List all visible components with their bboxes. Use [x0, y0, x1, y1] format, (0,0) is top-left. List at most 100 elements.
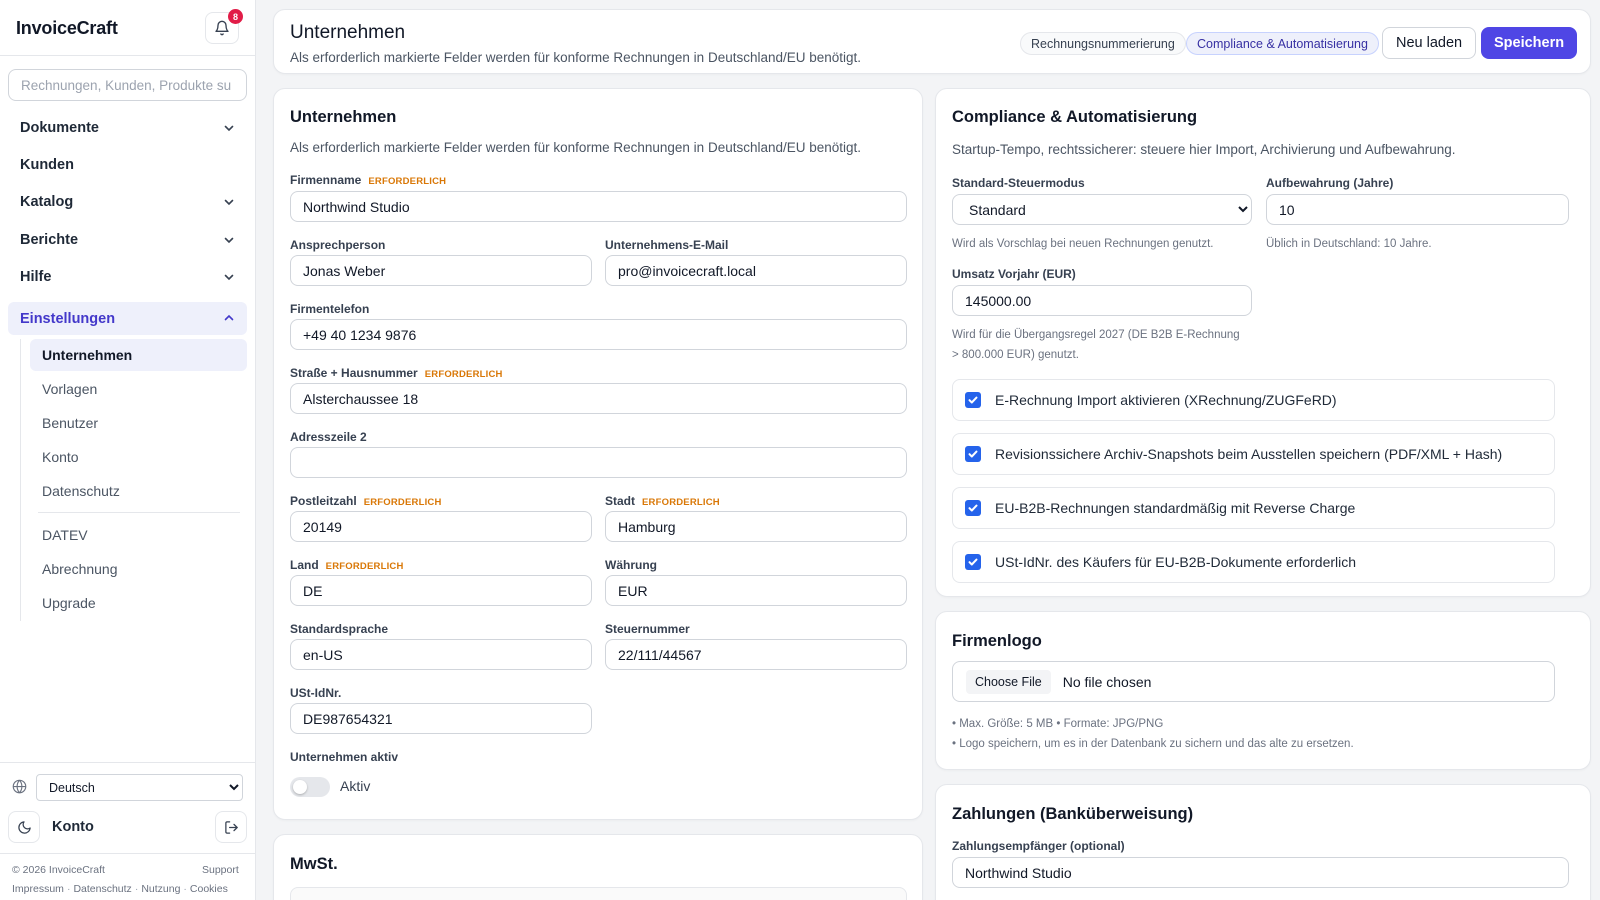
revenue-input[interactable]: [952, 285, 1252, 316]
notifications-button[interactable]: 8: [205, 9, 243, 44]
subnav-datenschutz[interactable]: Datenschutz: [30, 475, 247, 507]
subnav-vorlagen[interactable]: Vorlagen: [30, 373, 247, 405]
firm-name-label: Firmenname ERFORDERLICH: [290, 173, 447, 187]
checkbox-label: Revisionssichere Archiv-Snapshots beim A…: [995, 446, 1503, 462]
tax-number-input[interactable]: [605, 639, 907, 670]
chevron-down-icon: [224, 125, 234, 132]
nav-katalog[interactable]: Katalog: [8, 186, 247, 218]
compliance-card-desc: Startup-Tempo, rechtssicherer: steuere h…: [952, 142, 1456, 157]
nav-label: Dokumente: [20, 120, 99, 136]
subnav-unternehmen[interactable]: Unternehmen: [30, 339, 247, 371]
nav-kunden[interactable]: Kunden: [8, 149, 247, 181]
logo-card: Firmenlogo Choose File No file chosen • …: [935, 611, 1591, 770]
logo-card-title: Firmenlogo: [952, 632, 1042, 650]
firm-name-input[interactable]: [290, 191, 907, 222]
numbering-pill[interactable]: Rechnungsnummerierung: [1020, 32, 1186, 55]
buyer-vat-required-checkbox-row[interactable]: USt-IdNr. des Käufers für EU-B2B-Dokumen…: [952, 541, 1555, 583]
payments-card-title: Zahlungen (Banküberweisung): [952, 805, 1194, 823]
app-logo[interactable]: InvoiceCraft: [16, 18, 118, 39]
contact-input[interactable]: [290, 255, 592, 286]
active-label: Unternehmen aktiv: [290, 750, 399, 764]
company-active-toggle[interactable]: [290, 777, 330, 797]
tax-number-label: Steuernummer: [605, 622, 690, 636]
required-tag: ERFORDERLICH: [325, 561, 404, 572]
zip-label: Postleitzahl ERFORDERLICH: [290, 494, 442, 508]
reload-button[interactable]: Neu laden: [1382, 27, 1477, 59]
logout-button[interactable]: [215, 811, 247, 843]
reverse-charge-checkbox-row[interactable]: EU-B2B-Rechnungen standardmäßig mit Reve…: [952, 487, 1555, 529]
submenu-rail: [20, 339, 21, 621]
checkbox[interactable]: [965, 554, 981, 570]
required-tag: ERFORDERLICH: [368, 176, 447, 187]
nav-berichte[interactable]: Berichte: [8, 224, 247, 256]
checkbox-label: E-Rechnung Import aktivieren (XRechnung/…: [995, 392, 1337, 408]
required-tag: ERFORDERLICH: [642, 497, 720, 508]
company-card-title: Unternehmen: [290, 108, 397, 126]
nav-dokumente[interactable]: Dokumente: [8, 112, 247, 144]
account-label[interactable]: Konto: [52, 819, 94, 835]
checkbox[interactable]: [965, 500, 981, 516]
payee-input[interactable]: [952, 857, 1569, 888]
payments-card: Zahlungen (Banküberweisung) Zahlungsempf…: [935, 784, 1591, 900]
subnav-datev[interactable]: DATEV: [30, 519, 247, 551]
nav-label: Einstellungen: [20, 310, 116, 327]
archive-snapshot-checkbox-row[interactable]: Revisionssichere Archiv-Snapshots beim A…: [952, 433, 1555, 475]
compliance-card: Compliance & Automatisierung Startup-Tem…: [935, 88, 1591, 597]
nav-label: Hilfe: [20, 269, 52, 285]
theme-toggle-button[interactable]: [8, 811, 40, 843]
sidebar-divider: [0, 762, 255, 763]
compliance-card-title: Compliance & Automatisierung: [952, 108, 1198, 126]
zip-input[interactable]: [290, 511, 592, 542]
page-header: Unternehmen Als erforderlich markierte F…: [273, 9, 1591, 74]
subnav-upgrade[interactable]: Upgrade: [30, 587, 247, 619]
save-button[interactable]: Speichern: [1481, 27, 1578, 59]
street-input[interactable]: [290, 383, 907, 414]
compliance-pill[interactable]: Compliance & Automatisierung: [1186, 32, 1379, 55]
city-input[interactable]: [605, 511, 907, 542]
impressum-link[interactable]: Impressum: [12, 883, 64, 895]
contact-label: Ansprechperson: [290, 238, 386, 252]
vat-id-input[interactable]: [290, 703, 592, 734]
company-card-desc: Als erforderlich markierte Felder werden…: [290, 140, 862, 155]
company-card: Unternehmen Als erforderlich markierte F…: [273, 88, 923, 820]
tax-mode-hint: Wird als Vorschlag bei neuen Rechnungen …: [952, 238, 1214, 250]
nutzung-link[interactable]: Nutzung: [141, 883, 180, 895]
retention-hint: Üblich in Deutschland: 10 Jahre.: [1266, 238, 1432, 250]
file-status: No file chosen: [1062, 673, 1152, 690]
phone-input[interactable]: [290, 319, 907, 350]
nav-einstellungen[interactable]: Einstellungen: [8, 302, 247, 335]
required-tag: ERFORDERLICH: [363, 497, 442, 508]
checkbox[interactable]: [965, 446, 981, 462]
country-input[interactable]: [290, 575, 592, 606]
language-input[interactable]: [290, 639, 592, 670]
retention-input[interactable]: [1266, 194, 1569, 225]
currency-input[interactable]: [605, 575, 907, 606]
subnav-benutzer[interactable]: Benutzer: [30, 407, 247, 439]
nav-hilfe[interactable]: Hilfe: [8, 261, 247, 293]
language-select[interactable]: Deutsch: [36, 774, 243, 801]
submenu-divider: [38, 512, 240, 513]
country-label: Land ERFORDERLICH: [290, 558, 404, 572]
revenue-label: Umsatz Vorjahr (EUR): [952, 267, 1076, 281]
checkbox-label: USt-IdNr. des Käufers für EU-B2B-Dokumen…: [995, 554, 1357, 570]
einvoice-import-checkbox-row[interactable]: E-Rechnung Import aktivieren (XRechnung/…: [952, 379, 1555, 421]
check-icon: [968, 450, 978, 458]
page-subtitle: Als erforderlich markierte Felder werden…: [290, 50, 862, 65]
subnav-konto[interactable]: Konto: [30, 441, 247, 473]
global-search-input[interactable]: [8, 69, 247, 101]
tax-mode-select[interactable]: Standard: [952, 194, 1252, 225]
chevron-down-icon: [224, 199, 234, 206]
address2-label: Adresszeile 2: [290, 430, 367, 444]
choose-file-button[interactable]: Choose File: [966, 669, 1051, 694]
datenschutz-link[interactable]: Datenschutz: [73, 883, 131, 895]
address2-input[interactable]: [290, 447, 907, 478]
email-input[interactable]: [605, 255, 907, 286]
checkbox[interactable]: [965, 392, 981, 408]
logo-file-input[interactable]: Choose File No file chosen: [952, 661, 1555, 702]
revenue-hint: Wird für die Übergangsregel 2027 (DE B2B…: [952, 329, 1240, 341]
support-link[interactable]: Support: [202, 864, 239, 876]
subnav-abrechnung[interactable]: Abrechnung: [30, 553, 247, 585]
cookies-link[interactable]: Cookies: [190, 883, 228, 895]
logo-hint: • Max. Größe: 5 MB • Formate: JPG/PNG: [952, 718, 1164, 730]
chevron-up-icon: [224, 314, 234, 321]
